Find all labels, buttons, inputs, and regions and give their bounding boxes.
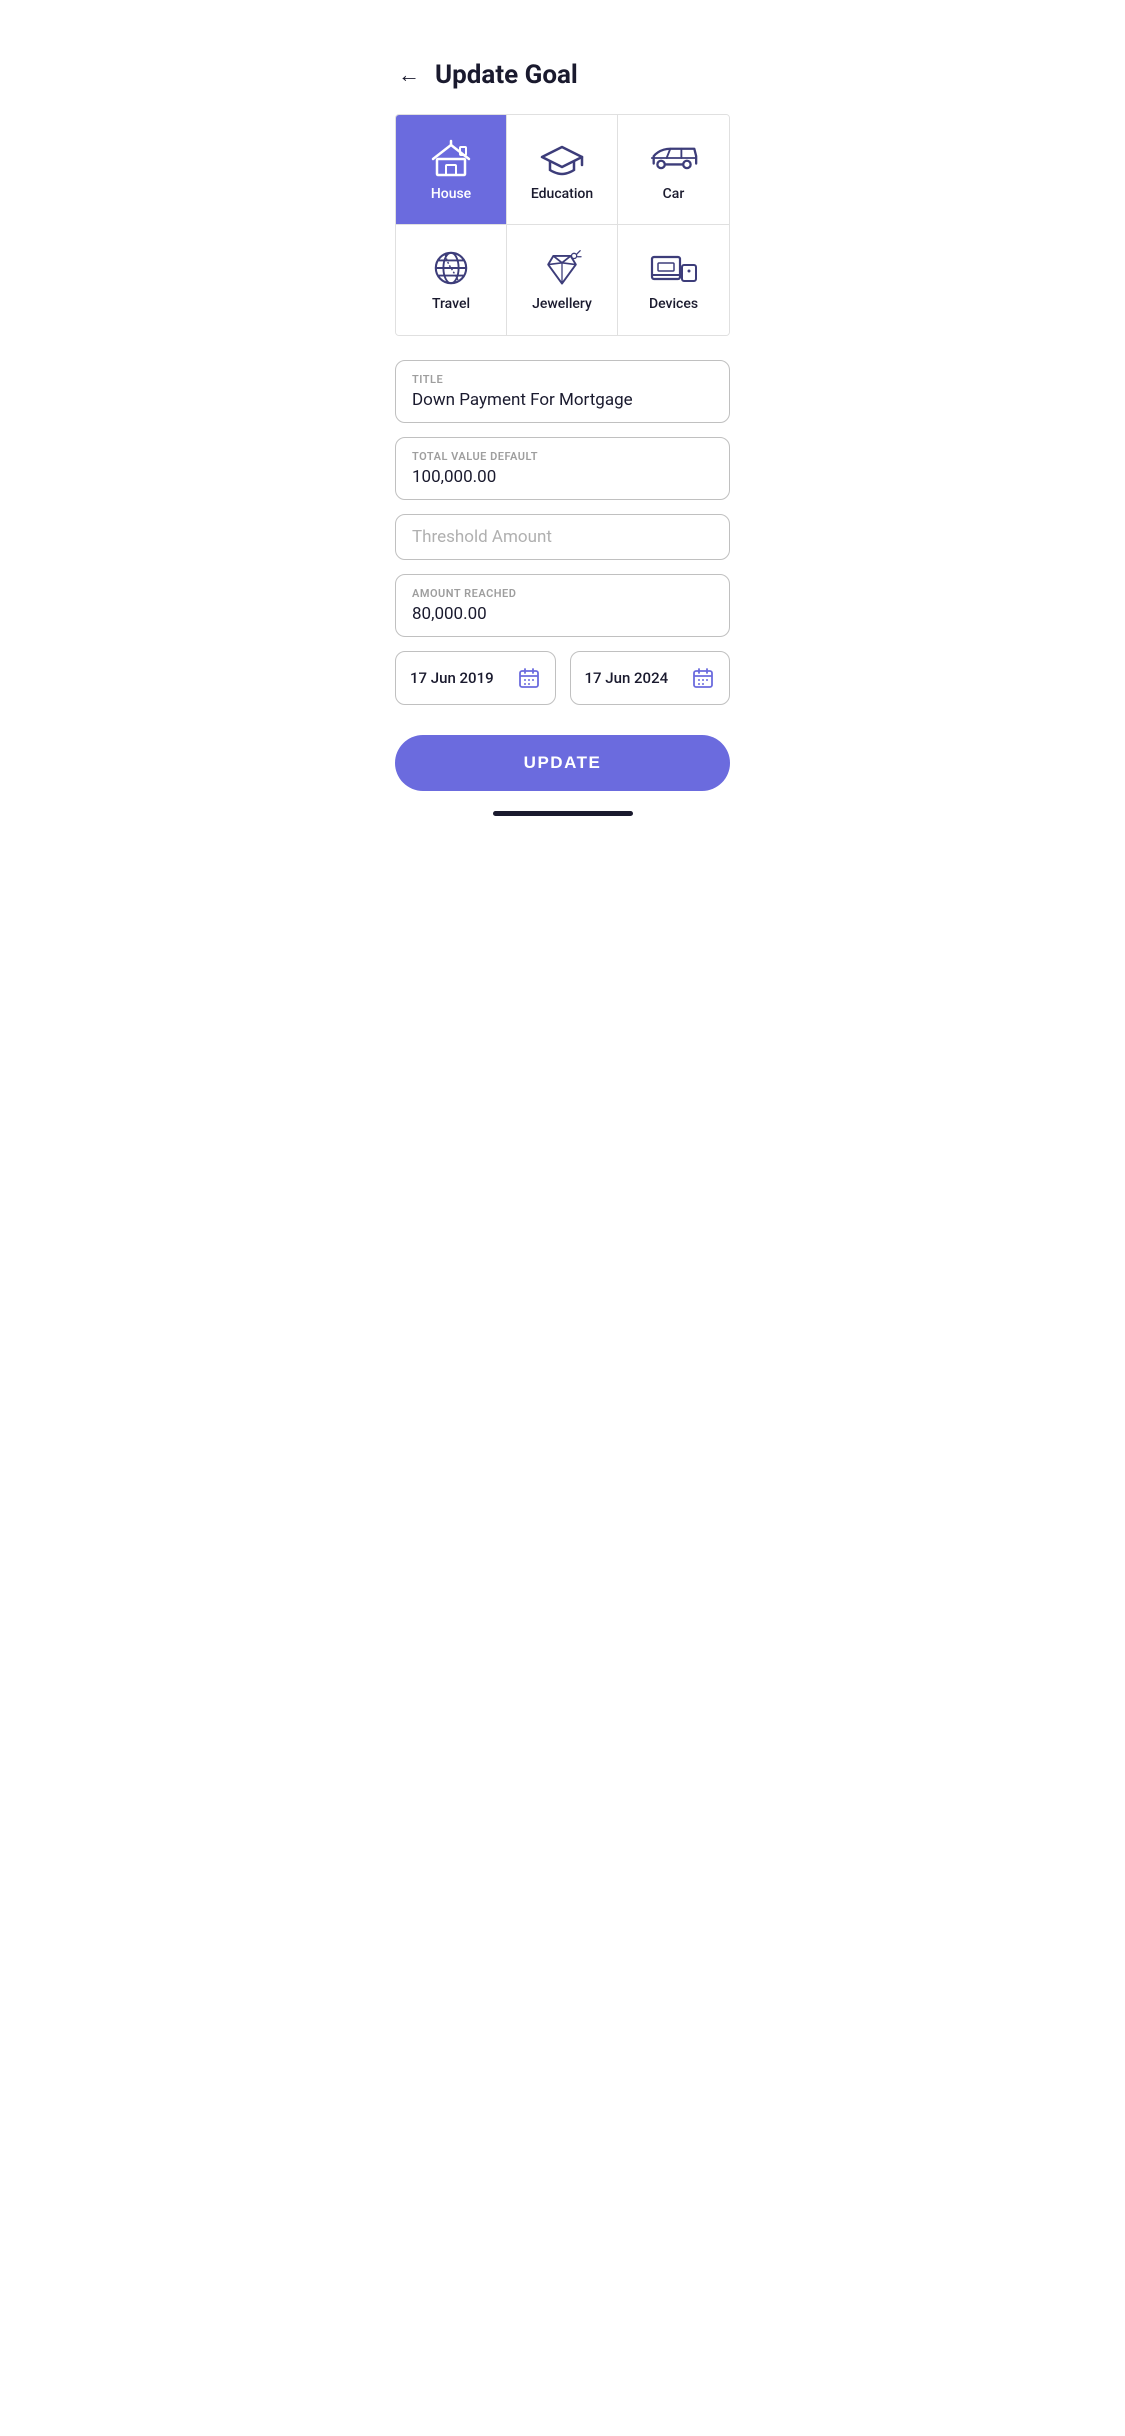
end-calendar-icon	[691, 666, 715, 690]
back-arrow-icon: ←	[398, 62, 420, 88]
category-house[interactable]: House	[396, 115, 507, 225]
category-travel-label: Travel	[432, 296, 470, 312]
total-value: 100,000.00	[412, 467, 713, 487]
end-date-value: 17 Jun 2024	[585, 669, 669, 687]
home-indicator	[493, 811, 633, 816]
category-car-label: Car	[663, 186, 685, 202]
category-jewellery-label: Jewellery	[532, 296, 592, 312]
travel-icon	[426, 248, 476, 288]
education-icon	[537, 138, 587, 178]
threshold-field[interactable]: Threshold Amount	[395, 514, 730, 560]
start-calendar-icon	[517, 666, 541, 690]
jewellery-icon	[537, 248, 587, 288]
start-date-value: 17 Jun 2019	[410, 669, 494, 687]
title-label: TITLE	[412, 373, 713, 386]
category-house-label: House	[431, 186, 471, 202]
date-row: 17 Jun 2019 17 Jun 2024	[395, 651, 730, 705]
threshold-placeholder: Threshold Amount	[412, 527, 713, 547]
amount-value: 80,000.00	[412, 604, 713, 624]
category-devices-label: Devices	[649, 296, 698, 312]
total-value-field[interactable]: TOTAL VALUE DEFAULT 100,000.00	[395, 437, 730, 500]
back-button[interactable]: ←	[395, 61, 423, 89]
category-education[interactable]: Education	[507, 115, 618, 225]
house-icon	[426, 138, 476, 178]
category-grid: House Education	[395, 114, 730, 336]
category-car[interactable]: Car	[618, 115, 729, 225]
category-travel[interactable]: Travel	[396, 225, 507, 335]
amount-label: AMOUNT REACHED	[412, 587, 713, 600]
devices-icon	[649, 248, 699, 288]
end-date-field[interactable]: 17 Jun 2024	[570, 651, 731, 705]
amount-reached-field[interactable]: AMOUNT REACHED 80,000.00	[395, 574, 730, 637]
header: ← Update Goal	[395, 60, 730, 90]
category-education-label: Education	[531, 186, 593, 202]
category-jewellery[interactable]: Jewellery	[507, 225, 618, 335]
page-title: Update Goal	[435, 60, 578, 90]
title-value: Down Payment For Mortgage	[412, 390, 713, 410]
update-button[interactable]: UPDATE	[395, 735, 730, 791]
total-label: TOTAL VALUE DEFAULT	[412, 450, 713, 463]
title-field[interactable]: TITLE Down Payment For Mortgage	[395, 360, 730, 423]
category-devices[interactable]: Devices	[618, 225, 729, 335]
start-date-field[interactable]: 17 Jun 2019	[395, 651, 556, 705]
car-icon	[649, 138, 699, 178]
